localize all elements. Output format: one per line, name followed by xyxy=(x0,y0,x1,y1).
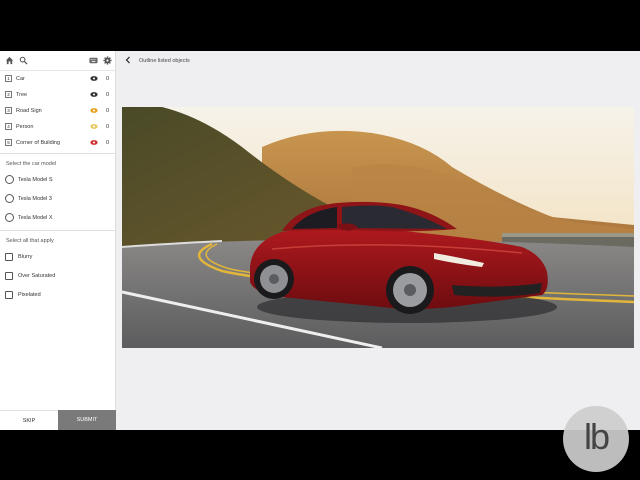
watermark-logo: lb xyxy=(563,406,629,472)
checkbox[interactable] xyxy=(5,253,13,261)
hotkey-badge: 2 xyxy=(5,91,12,98)
sidebar-toolbar xyxy=(0,51,115,71)
sidebar: 1 Car 0 2 Tree 0 3 Road Sign 0 4 Person … xyxy=(0,51,116,430)
hotkey-badge: 5 xyxy=(5,139,12,146)
model-question: Select the car model xyxy=(6,161,57,167)
radio-button[interactable] xyxy=(5,213,14,222)
main-header: Outline listed objects xyxy=(116,51,640,71)
radio-label: Tesla Model X xyxy=(18,215,53,221)
label-count: 0 xyxy=(106,92,110,98)
gear-icon[interactable] xyxy=(102,56,112,66)
home-icon[interactable] xyxy=(4,56,14,66)
radio-button[interactable] xyxy=(5,194,14,203)
eye-icon[interactable] xyxy=(90,107,98,114)
hotkey-badge: 4 xyxy=(5,123,12,130)
screen: 1 Car 0 2 Tree 0 3 Road Sign 0 4 Person … xyxy=(0,0,640,480)
radio-model-s[interactable]: Tesla Model S xyxy=(0,171,115,190)
sidebar-footer: SKIP SUBMIT xyxy=(0,410,116,430)
label-item-corner-of-building[interactable]: 5 Corner of Building 0 xyxy=(0,135,115,151)
label-count: 0 xyxy=(106,124,110,130)
search-icon[interactable] xyxy=(18,56,28,66)
label-name: Corner of Building xyxy=(16,140,61,146)
label-item-car[interactable]: 1 Car 0 xyxy=(0,71,115,87)
checkbox-label: Over Saturated xyxy=(18,273,56,279)
submit-button[interactable]: SUBMIT xyxy=(58,410,116,430)
label-item-road-sign[interactable]: 3 Road Sign 0 xyxy=(0,103,115,119)
eye-icon[interactable] xyxy=(90,139,98,146)
label-item-person[interactable]: 4 Person 0 xyxy=(0,119,115,135)
eye-icon[interactable] xyxy=(90,123,98,130)
radio-model-x[interactable]: Tesla Model X xyxy=(0,209,115,228)
label-list: 1 Car 0 2 Tree 0 3 Road Sign 0 4 Person … xyxy=(0,71,115,151)
divider xyxy=(0,153,115,154)
checkbox[interactable] xyxy=(5,272,13,280)
radio-label: Tesla Model S xyxy=(18,177,53,183)
label-item-tree[interactable]: 2 Tree 0 xyxy=(0,87,115,103)
label-name: Car xyxy=(16,76,25,82)
label-count: 0 xyxy=(106,76,110,82)
radio-model-3[interactable]: Tesla Model 3 xyxy=(0,190,115,209)
checkbox-blurry[interactable]: Blurry xyxy=(0,248,115,267)
car-photo xyxy=(122,107,634,348)
chevron-left-icon[interactable] xyxy=(124,56,132,67)
annotation-canvas[interactable] xyxy=(122,107,634,348)
checkbox-pixelated[interactable]: Pixelated xyxy=(0,286,115,305)
checkbox[interactable] xyxy=(5,291,13,299)
checkbox-over-saturated[interactable]: Over Saturated xyxy=(0,267,115,286)
skip-button[interactable]: SKIP xyxy=(0,410,58,430)
eye-icon[interactable] xyxy=(90,75,98,82)
radio-label: Tesla Model 3 xyxy=(18,196,52,202)
label-count: 0 xyxy=(106,108,110,114)
label-name: Person xyxy=(16,124,34,130)
keyboard-icon[interactable] xyxy=(88,56,98,66)
apply-question: Select all that apply xyxy=(6,238,54,244)
task-title: Outline listed objects xyxy=(139,58,190,64)
eye-icon[interactable] xyxy=(90,91,98,98)
label-count: 0 xyxy=(106,140,110,146)
hotkey-badge: 3 xyxy=(5,107,12,114)
hotkey-badge: 1 xyxy=(5,75,12,82)
checkbox-label: Pixelated xyxy=(18,292,41,298)
label-name: Tree xyxy=(16,92,28,98)
label-name: Road Sign xyxy=(16,108,42,114)
radio-button[interactable] xyxy=(5,175,14,184)
logo-text: lb xyxy=(583,416,610,457)
labeling-app: 1 Car 0 2 Tree 0 3 Road Sign 0 4 Person … xyxy=(0,51,640,430)
checkbox-label: Blurry xyxy=(18,254,33,260)
divider xyxy=(0,230,115,231)
